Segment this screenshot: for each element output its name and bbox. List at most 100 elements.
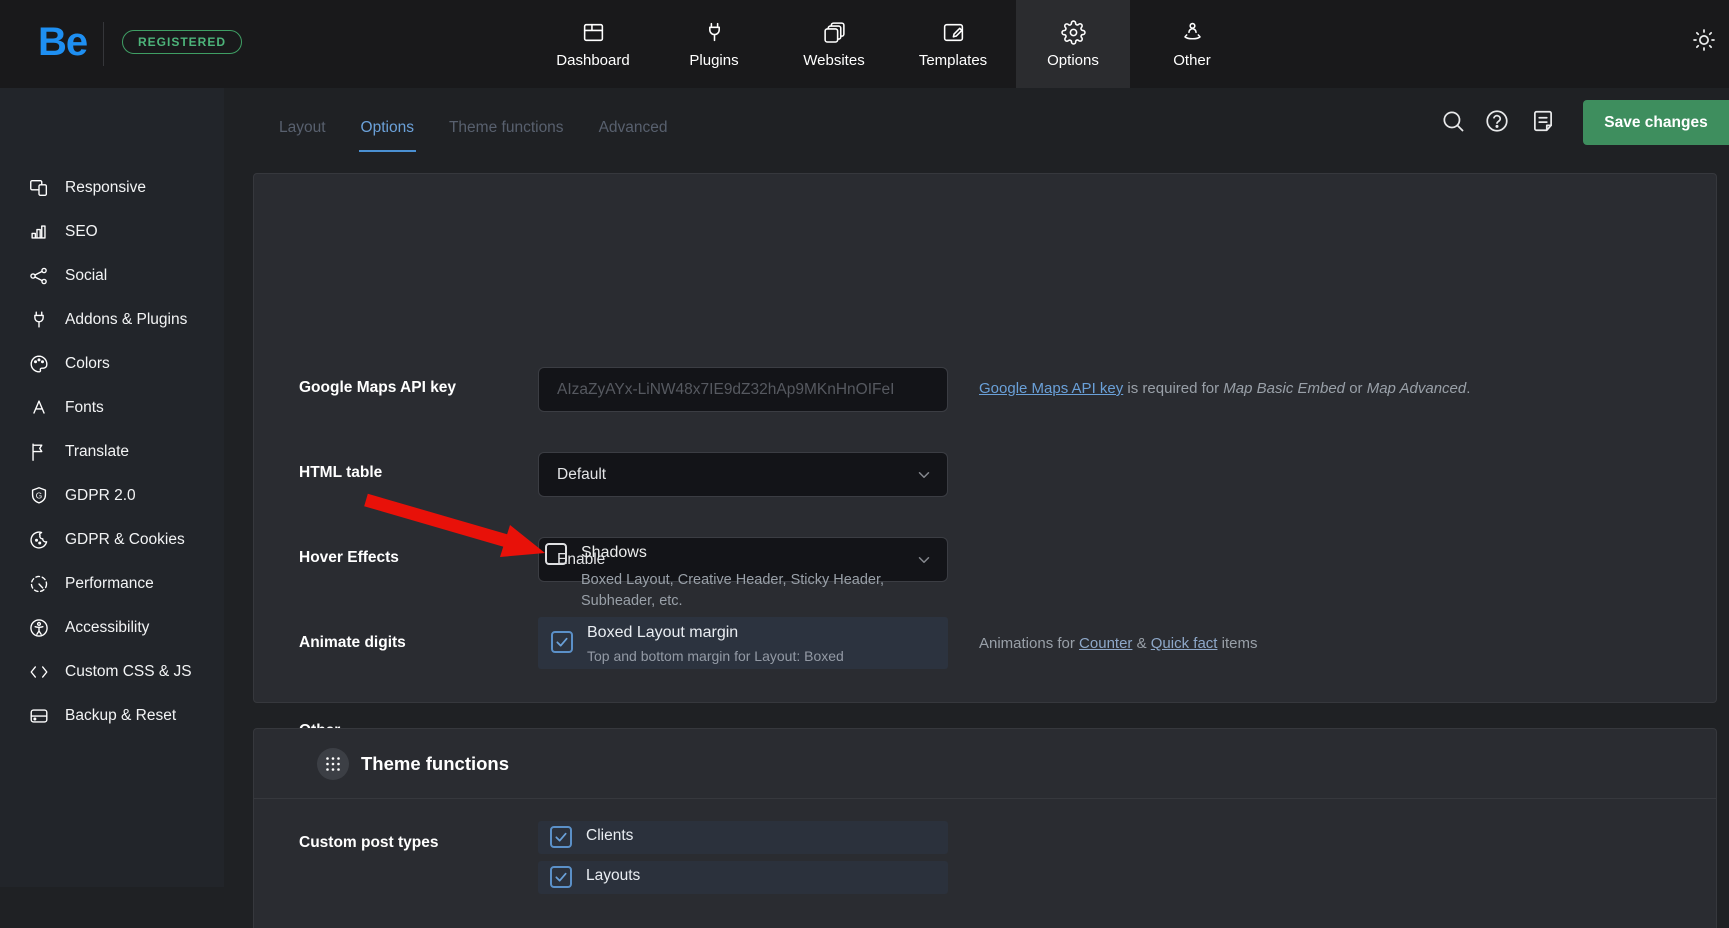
theme-functions-title: Theme functions — [361, 753, 509, 775]
layouts-label: Layouts — [586, 867, 640, 885]
dashboard-grid-icon — [581, 20, 606, 45]
clients-row: Clients — [538, 821, 948, 854]
search-icon — [1440, 108, 1466, 134]
top-bar: Be REGISTERED Dashboard Plugins Websites… — [0, 0, 1729, 88]
sidebar-item-label: GDPR 2.0 — [65, 487, 136, 505]
sidebar-item-label: Accessibility — [65, 619, 149, 637]
sidebar-item-label: Performance — [65, 575, 154, 593]
bar-chart-icon — [28, 221, 50, 243]
boxed-layout-margin-row: Boxed Layout margin Top and bottom margi… — [538, 617, 948, 669]
sidebar-item-responsive[interactable]: Responsive — [0, 168, 224, 208]
sidebar-item-label: GDPR & Cookies — [65, 531, 185, 549]
sidebar-item-label: SEO — [65, 223, 98, 241]
nav-label: Dashboard — [556, 52, 629, 69]
nav-templates[interactable]: Templates — [896, 0, 1010, 88]
help-em: Map Advanced — [1367, 380, 1467, 397]
accessibility-icon — [28, 617, 50, 639]
page-pencil-icon — [941, 20, 966, 45]
google-maps-api-key-link[interactable]: Google Maps API key — [979, 380, 1123, 397]
html-table-label: HTML table — [299, 464, 382, 482]
boxed-layout-margin-title: Boxed Layout margin — [587, 624, 738, 642]
help-text: is required for — [1123, 380, 1223, 397]
help-circle-icon — [1484, 108, 1510, 134]
help-text: Animations for — [979, 635, 1079, 652]
sidebar-item-addons-plugins[interactable]: Addons & Plugins — [0, 300, 224, 340]
shield-g-icon: G — [28, 485, 50, 507]
nav-label: Templates — [919, 52, 987, 69]
tab-layout[interactable]: Layout — [277, 109, 328, 152]
layouts-checkbox[interactable] — [550, 866, 572, 888]
nav-dashboard[interactable]: Dashboard — [536, 0, 650, 88]
chevron-down-icon — [915, 466, 933, 484]
options-panel: Google Maps API key Google Maps API key … — [253, 173, 1717, 703]
google-maps-help-text: Google Maps API key is required for Map … — [979, 380, 1470, 397]
sidebar-item-gdpr-cookies[interactable]: GDPR & Cookies — [0, 520, 224, 560]
notes-button[interactable] — [1530, 108, 1556, 134]
tab-bar: Layout Options Theme functions Advanced — [277, 88, 670, 173]
section-badge — [317, 748, 349, 780]
theme-toggle-button[interactable] — [1691, 27, 1719, 55]
cookie-icon — [28, 529, 50, 551]
counter-link[interactable]: Counter — [1079, 635, 1132, 652]
html-table-select[interactable]: Default — [538, 452, 948, 497]
sidebar-item-custom-css-js[interactable]: Custom CSS & JS — [0, 652, 224, 692]
sun-icon — [1691, 27, 1717, 53]
tab-theme-functions[interactable]: Theme functions — [447, 109, 566, 152]
tab-options[interactable]: Options — [359, 109, 416, 152]
nav-websites[interactable]: Websites — [777, 0, 891, 88]
help-button[interactable] — [1484, 108, 1510, 134]
clients-label: Clients — [586, 827, 633, 845]
letter-a-icon — [28, 397, 50, 419]
theme-functions-panel: Theme functions Custom post types Client… — [253, 728, 1717, 928]
registered-badge: REGISTERED — [122, 30, 242, 54]
clients-checkbox[interactable] — [550, 826, 572, 848]
sidebar-item-colors[interactable]: Colors — [0, 344, 224, 384]
shadows-checkbox[interactable] — [545, 543, 567, 565]
sidebar-item-fonts[interactable]: Fonts — [0, 388, 224, 428]
sidebar-item-label: Custom CSS & JS — [65, 663, 192, 681]
divider — [103, 22, 104, 66]
sidebar-item-social[interactable]: Social — [0, 256, 224, 296]
sidebar-item-translate[interactable]: Translate — [0, 432, 224, 472]
google-maps-api-key-input[interactable] — [538, 367, 948, 412]
animate-digits-label: Animate digits — [299, 634, 406, 652]
quick-fact-link[interactable]: Quick fact — [1151, 635, 1218, 652]
sidebar-item-backup-reset[interactable]: Backup & Reset — [0, 696, 224, 736]
grid-dots-icon — [325, 756, 341, 772]
sidebar-item-accessibility[interactable]: Accessibility — [0, 608, 224, 648]
sidebar: Responsive SEO Social Addons & Plugins C… — [0, 88, 224, 887]
select-value: Default — [557, 466, 606, 484]
notes-icon — [1530, 108, 1556, 134]
hover-effects-label: Hover Effects — [299, 549, 399, 567]
sidebar-item-label: Social — [65, 267, 107, 285]
sidebar-item-label: Fonts — [65, 399, 104, 417]
search-button[interactable] — [1440, 108, 1466, 134]
sidebar-item-label: Translate — [65, 443, 129, 461]
sidebar-item-performance[interactable]: Performance — [0, 564, 224, 604]
devices-icon — [28, 177, 50, 199]
be-logo[interactable]: Be — [38, 20, 87, 65]
nav-label: Other — [1173, 52, 1211, 69]
sidebar-item-seo[interactable]: SEO — [0, 212, 224, 252]
nav-options[interactable]: Options — [1016, 0, 1130, 88]
shadows-title: Shadows — [581, 544, 647, 562]
animate-digits-help-text: Animations for Counter & Quick fact item… — [979, 635, 1257, 652]
chevron-down-icon — [915, 551, 933, 569]
nav-other[interactable]: Other — [1135, 0, 1249, 88]
boxed-layout-margin-checkbox[interactable] — [551, 631, 573, 653]
help-em: Map Basic Embed — [1223, 380, 1345, 397]
layouts-row: Layouts — [538, 861, 948, 894]
nav-plugins[interactable]: Plugins — [657, 0, 771, 88]
stacked-pages-icon — [822, 20, 847, 45]
sidebar-item-gdpr-2[interactable]: G GDPR 2.0 — [0, 476, 224, 516]
save-changes-button[interactable]: Save changes — [1583, 100, 1729, 145]
sidebar-item-label: Colors — [65, 355, 110, 373]
help-text: items — [1217, 635, 1257, 652]
gear-icon — [1061, 20, 1086, 45]
share-icon — [28, 265, 50, 287]
nav-label: Websites — [803, 52, 864, 69]
gauge-icon — [28, 573, 50, 595]
tab-advanced[interactable]: Advanced — [597, 109, 670, 152]
sidebar-item-label: Responsive — [65, 179, 146, 197]
help-text: . — [1466, 380, 1470, 397]
